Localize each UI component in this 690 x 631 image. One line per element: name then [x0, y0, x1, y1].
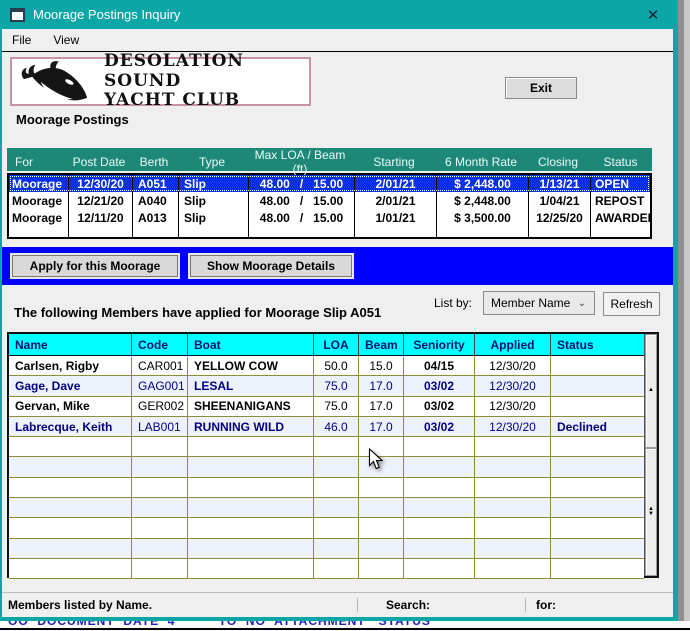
window-shadow: [678, 0, 684, 625]
table-row-empty: [9, 226, 650, 237]
window-title: Moorage Postings Inquiry: [33, 7, 181, 22]
window-icon: [10, 7, 25, 22]
scrollbar-page-up[interactable]: ▲: [645, 334, 657, 448]
status-message: Members listed by Name.: [8, 598, 153, 612]
applicants-table: Name Code Boat LOA Beam Seniority Applie…: [7, 332, 659, 580]
list-by-label: List by:: [434, 296, 473, 310]
refresh-button[interactable]: Refresh: [603, 292, 660, 316]
table-row-empty[interactable]: [9, 538, 644, 559]
action-bar: Apply for this Moorage Show Moorage Deta…: [2, 247, 673, 285]
screen: Moorage Postings Inquiry ✕ File View DES…: [0, 0, 690, 631]
table-row[interactable]: Moorage 12/11/20 A013 Slip 48.00 / 15.00…: [9, 209, 650, 226]
table-row[interactable]: Gage, Dave GAG001 LESAL 75.0 17.0 03/02 …: [9, 376, 644, 397]
background-window-clipped-text: OO DOCUMENT DATE 4 TO NO ATTACHMENT STAT…: [8, 621, 431, 628]
table-row-selected[interactable]: Moorage 12/30/20 A051 Slip 48.00 / 15.00…: [9, 175, 650, 192]
close-icon[interactable]: ✕: [641, 6, 665, 24]
applicants-heading: The following Members have applied for M…: [14, 305, 382, 320]
postings-header-row: For Post Date Berth Type Max LOA / Beam …: [7, 148, 652, 176]
title-bar[interactable]: Moorage Postings Inquiry ✕: [2, 0, 673, 29]
table-row[interactable]: Carlsen, Rigby CAR001 YELLOW COW 50.0 15…: [9, 356, 644, 377]
apply-moorage-button[interactable]: Apply for this Moorage: [12, 255, 178, 277]
menu-view[interactable]: View: [51, 31, 81, 49]
list-by-value: Member Name: [491, 296, 571, 310]
orca-icon: [21, 60, 88, 100]
postings-body: Moorage 12/30/20 A051 Slip 48.00 / 15.00…: [7, 173, 652, 239]
applicants-body: Carlsen, Rigby CAR001 YELLOW COW 50.0 15…: [9, 356, 644, 580]
chevron-down-icon: ⌄: [577, 297, 586, 309]
table-row-empty[interactable]: [9, 518, 644, 539]
status-search-label: Search:: [357, 598, 525, 612]
applicants-header-row: Name Code Boat LOA Beam Seniority Applie…: [9, 334, 644, 356]
table-row[interactable]: Gervan, Mike GER002 SHEENANIGANS 75.0 17…: [9, 396, 644, 417]
table-row-empty[interactable]: [9, 477, 644, 499]
scrollbar-page-down[interactable]: ▲ ▼: [645, 447, 657, 576]
exit-button[interactable]: Exit: [505, 77, 577, 99]
menu-file[interactable]: File: [10, 31, 33, 49]
club-name: DESOLATION SOUND YACHT CLUB: [104, 51, 244, 111]
table-row-empty[interactable]: [9, 558, 644, 580]
show-details-button[interactable]: Show Moorage Details: [190, 255, 352, 277]
app-window: Moorage Postings Inquiry ✕ File View DES…: [0, 0, 678, 621]
postings-table: For Post Date Berth Type Max LOA / Beam …: [7, 148, 652, 239]
table-row[interactable]: Labrecque, Keith LAB001 RUNNING WILD 46.…: [9, 416, 644, 438]
scroll-up-icon: ▲: [648, 387, 654, 394]
scroll-down-small-icon: ▼: [648, 510, 654, 517]
table-row-empty[interactable]: [9, 437, 644, 458]
list-by-dropdown[interactable]: Member Name ⌄: [483, 291, 595, 315]
background-window-strip: OO DOCUMENT DATE 4 TO NO ATTACHMENT STAT…: [0, 621, 690, 631]
status-for-label: for:: [525, 598, 673, 612]
background-divider-line: [0, 628, 690, 630]
table-row-empty[interactable]: [9, 457, 644, 478]
vertical-scrollbar[interactable]: ▲ ▲ ▼: [644, 334, 657, 576]
status-bar: Members listed by Name. Search: for:: [2, 592, 673, 617]
menu-bar: File View: [2, 29, 673, 52]
table-row-empty[interactable]: [9, 498, 644, 519]
page-title: Moorage Postings: [16, 112, 129, 127]
table-row[interactable]: Moorage 12/21/20 A040 Slip 48.00 / 15.00…: [9, 192, 650, 209]
club-logo: DESOLATION SOUND YACHT CLUB: [10, 51, 311, 110]
